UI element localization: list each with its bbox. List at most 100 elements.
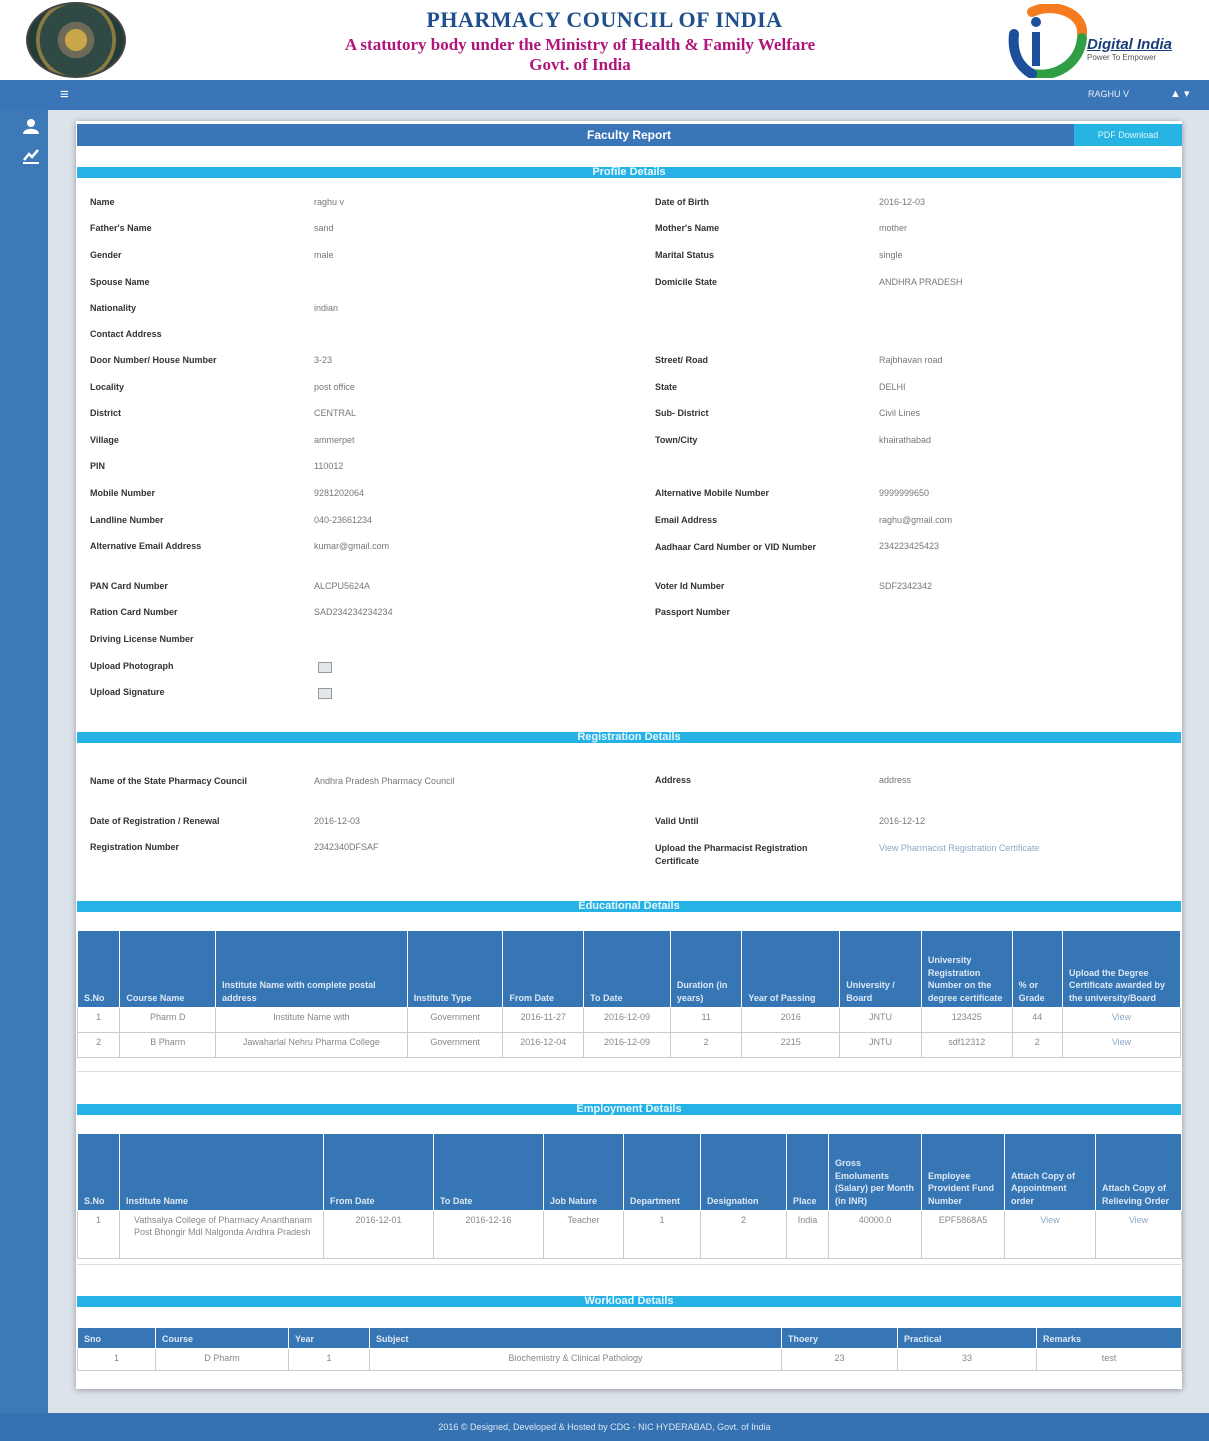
- table-cell: EPF5868A5: [921, 1210, 1005, 1259]
- field-label: Name of the State Pharmacy Council: [90, 776, 248, 786]
- site-govt: Govt. of India: [529, 55, 631, 74]
- view-link[interactable]: View: [1095, 1210, 1182, 1259]
- field-label: Upload Photograph: [90, 661, 174, 671]
- field-label: Registration Number: [90, 842, 180, 852]
- field-value: sand: [314, 223, 334, 233]
- column-header: To Date: [583, 930, 671, 1008]
- field-label: Father's Name: [90, 223, 152, 233]
- field-value: mother: [879, 223, 908, 233]
- table-cell: 2215: [741, 1032, 841, 1058]
- field-label: Upload Signature: [90, 687, 165, 697]
- field-value: ammerpet: [314, 435, 355, 445]
- educational-table: S.No Course Name Institute Name with compl…: [76, 930, 1181, 1058]
- field-value: raghu@gmail.com: [879, 515, 953, 525]
- field-value: ANDHRA PRADESH: [879, 277, 963, 287]
- column-header: Institute Type: [406, 930, 504, 1008]
- field-value: 2016-12-03: [314, 816, 361, 826]
- top-navbar: ≡ RAGHU V ▲ ▾: [0, 80, 1209, 110]
- table-cell: D Pharm: [155, 1348, 289, 1371]
- menu-toggle-icon[interactable]: ≡: [60, 86, 69, 103]
- chart-icon[interactable]: [22, 148, 40, 164]
- field-label: Valid Until: [655, 816, 699, 826]
- column-header: Duration (in years): [669, 930, 743, 1008]
- field-label: Upload the Pharmacist Registration Certi…: [655, 843, 808, 866]
- view-certificate-link[interactable]: View Pharmacist Registration Certificate: [879, 842, 1059, 855]
- table-cell: 2016: [741, 1007, 841, 1033]
- field-value: 2016-12-12: [879, 816, 926, 826]
- field-label: Driving License Number: [90, 634, 194, 644]
- table-cell: 44: [1011, 1007, 1064, 1033]
- field-value: CENTRAL: [314, 408, 357, 418]
- column-header: Employee Provident Fund Number: [921, 1133, 1005, 1211]
- site-header: PHARMACY COUNCIL OF INDIA A statutory bo…: [0, 0, 1209, 80]
- field-label: Street/ Road: [655, 355, 709, 365]
- field-value: Civil Lines: [879, 408, 921, 418]
- divider: [77, 1264, 1181, 1265]
- sidebar: [0, 110, 48, 1413]
- table-cell: 2016-12-01: [323, 1210, 434, 1259]
- table-cell: JNTU: [839, 1032, 922, 1058]
- field-value: indian: [314, 303, 339, 313]
- field-label: Marital Status: [655, 250, 715, 260]
- table-cell: Biochemistry & Clinical Pathology: [369, 1348, 782, 1371]
- column-header: Gross Emoluments (Salary) per Month (in …: [828, 1133, 922, 1211]
- column-header: Course: [155, 1327, 289, 1349]
- table-cell: 1: [76, 1007, 121, 1033]
- column-header: Year: [288, 1327, 370, 1349]
- field-value: 040-23661234: [314, 515, 373, 525]
- column-header: University / Board: [839, 930, 922, 1008]
- table-row: 1D Pharm 1 Biochemistry & Clinical Patholo…: [77, 1348, 1182, 1371]
- column-header: Designation: [700, 1133, 787, 1211]
- field-label: Alternative Email Address: [90, 541, 202, 551]
- table-cell: 1: [77, 1348, 156, 1371]
- field-value: 2342340DFSAF: [314, 842, 379, 852]
- column-header: Sno: [77, 1327, 156, 1349]
- pdf-download-button[interactable]: PDF Download: [1074, 124, 1182, 146]
- workload-table: Sno Course Year Subject Thoery Practical Remar…: [77, 1327, 1182, 1371]
- column-header: Upload the Degree Certificate awarded by…: [1062, 930, 1181, 1008]
- table-cell: 2: [1011, 1032, 1064, 1058]
- field-value: post office: [314, 382, 355, 392]
- field-label: Ration Card Number: [90, 607, 178, 617]
- field-label: Landline Number: [90, 515, 164, 525]
- table-row: 1 Pharm D Institute Name with Government 201…: [76, 1007, 1181, 1033]
- view-link[interactable]: View: [1004, 1210, 1096, 1259]
- person-icon[interactable]: [22, 118, 40, 134]
- field-label: District: [90, 408, 122, 418]
- field-label: PIN: [90, 461, 106, 471]
- field-value: 110012: [314, 461, 344, 471]
- table-cell: 2: [669, 1032, 743, 1058]
- column-header: Remarks: [1036, 1327, 1182, 1349]
- column-header: S.No: [76, 930, 121, 1008]
- field-label: Date of Registration / Renewal: [90, 816, 220, 826]
- user-menu-icon[interactable]: ▲ ▾: [1170, 87, 1189, 100]
- table-cell: 2016-11-27: [502, 1007, 585, 1033]
- field-value: 9281202064: [314, 488, 365, 498]
- column-header: Thoery: [781, 1327, 898, 1349]
- column-header: Department: [623, 1133, 701, 1211]
- table-cell: 2: [76, 1032, 121, 1058]
- field-label: Aadhaar Card Number or VID Number: [655, 542, 817, 552]
- field-value: 234223425423: [879, 541, 940, 551]
- view-link[interactable]: View: [1062, 1032, 1181, 1058]
- table-cell: Pharm D: [119, 1007, 217, 1033]
- field-value: ALCPU5624A: [314, 581, 371, 591]
- table-cell: 23: [781, 1348, 898, 1371]
- table-cell: 2: [700, 1210, 787, 1259]
- field-label: Alternative Mobile Number: [655, 488, 770, 498]
- column-header: Job Nature: [543, 1133, 624, 1211]
- user-name[interactable]: RAGHU V: [1088, 89, 1129, 99]
- field-value: SDF2342342: [879, 581, 933, 591]
- faculty-report-card: Faculty Report PDF Download Profile Deta…: [76, 121, 1182, 1389]
- digital-india-title: Digital India: [1087, 36, 1173, 53]
- column-header: Attach Copy of Relieving Order: [1095, 1133, 1182, 1211]
- field-value: 9999999650: [879, 488, 930, 498]
- field-label: Email Address: [655, 515, 718, 525]
- table-cell: Teacher: [543, 1210, 624, 1259]
- table-cell: 2016-12-09: [583, 1032, 671, 1058]
- column-header: From Date: [502, 930, 585, 1008]
- digital-india-tagline: Power To Empower: [1087, 53, 1157, 62]
- view-link[interactable]: View: [1062, 1007, 1181, 1033]
- section-employment: Employment Details: [77, 1104, 1181, 1115]
- table-cell: Government: [406, 1007, 504, 1033]
